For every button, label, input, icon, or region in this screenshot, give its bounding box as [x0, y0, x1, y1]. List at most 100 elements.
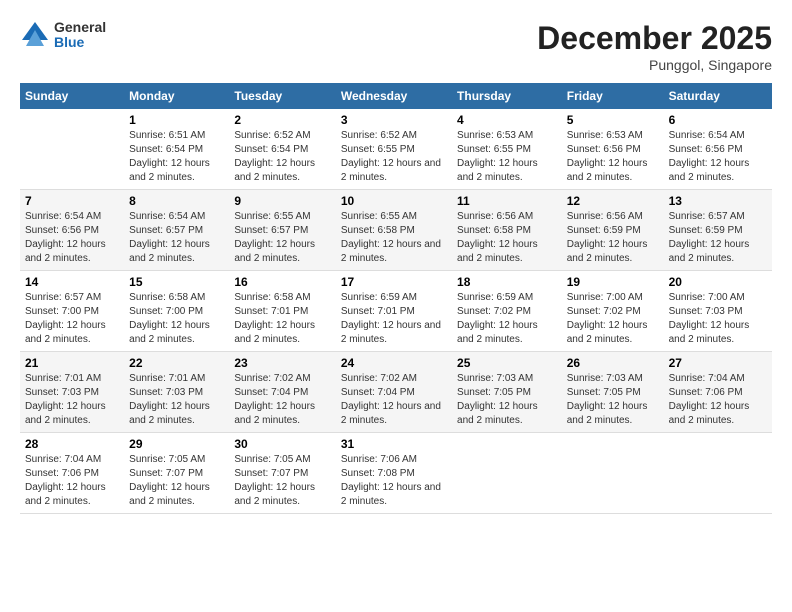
- day-cell: 4Sunrise: 6:53 AMSunset: 6:55 PMDaylight…: [452, 109, 562, 190]
- day-cell: 7Sunrise: 6:54 AMSunset: 6:56 PMDaylight…: [20, 190, 124, 271]
- day-info: Sunrise: 6:57 AMSunset: 6:59 PMDaylight:…: [669, 210, 767, 266]
- day-info: Sunrise: 6:58 AMSunset: 7:01 PMDaylight:…: [234, 291, 330, 347]
- day-number: 21: [25, 356, 119, 370]
- day-info: Sunrise: 6:54 AMSunset: 6:56 PMDaylight:…: [25, 210, 119, 266]
- day-number: 8: [129, 194, 224, 208]
- page-header: General Blue December 2025 Punggol, Sing…: [20, 20, 772, 73]
- logo: General Blue: [20, 20, 106, 51]
- day-info: Sunrise: 7:00 AMSunset: 7:02 PMDaylight:…: [567, 291, 659, 347]
- day-cell: 12 Sunrise: 6:56 AMSunset: 6:59 PMDayligh…: [562, 190, 664, 271]
- day-cell: 10 Sunrise: 6:55 AMSunset: 6:58 PMDayligh…: [336, 190, 452, 271]
- day-number: 30: [234, 437, 330, 451]
- day-number: 12: [567, 194, 659, 208]
- day-number: 18: [457, 275, 557, 289]
- calendar-header-row: SundayMondayTuesdayWednesdayThursdayFrid…: [20, 83, 772, 109]
- day-number: 26: [567, 356, 659, 370]
- header-wednesday: Wednesday: [336, 83, 452, 109]
- day-cell: 26Sunrise: 7:03 AMSunset: 7:05 PMDayligh…: [562, 352, 664, 433]
- day-cell: 16 Sunrise: 6:58 AMSunset: 7:01 PMDayligh…: [229, 271, 335, 352]
- day-cell: 29 Sunrise: 7:05 AMSunset: 7:07 PMDayligh…: [124, 433, 229, 514]
- day-cell: [20, 109, 124, 190]
- day-cell: 9Sunrise: 6:55 AMSunset: 6:57 PMDaylight…: [229, 190, 335, 271]
- day-cell: 30 Sunrise: 7:05 AMSunset: 7:07 PMDayligh…: [229, 433, 335, 514]
- day-cell: 31 Sunrise: 7:06 AMSunset: 7:08 PMDayligh…: [336, 433, 452, 514]
- day-cell: 1 Sunrise: 6:51 AMSunset: 6:54 PMDaylight…: [124, 109, 229, 190]
- day-number: 13: [669, 194, 767, 208]
- calendar-title: December 2025: [537, 20, 772, 57]
- day-info: Sunrise: 6:56 AMSunset: 6:58 PMDaylight:…: [457, 210, 557, 266]
- day-number: 23: [234, 356, 330, 370]
- day-cell: 14Sunrise: 6:57 AMSunset: 7:00 PMDayligh…: [20, 271, 124, 352]
- week-row-2: 7Sunrise: 6:54 AMSunset: 6:56 PMDaylight…: [20, 190, 772, 271]
- day-info: Sunrise: 7:03 AMSunset: 7:05 PMDaylight:…: [457, 372, 557, 428]
- day-info: Sunrise: 6:52 AMSunset: 6:54 PMDaylight:…: [234, 129, 330, 185]
- day-cell: 24 Sunrise: 7:02 AMSunset: 7:04 PMDayligh…: [336, 352, 452, 433]
- day-number: 28: [25, 437, 119, 451]
- day-number: 1: [129, 113, 224, 127]
- title-block: December 2025 Punggol, Singapore: [537, 20, 772, 73]
- day-cell: 22Sunrise: 7:01 AMSunset: 7:03 PMDayligh…: [124, 352, 229, 433]
- day-info: Sunrise: 6:53 AMSunset: 6:56 PMDaylight:…: [567, 129, 659, 185]
- logo-blue-text: Blue: [54, 35, 106, 50]
- day-cell: 20 Sunrise: 7:00 AMSunset: 7:03 PMDayligh…: [664, 271, 772, 352]
- calendar-subtitle: Punggol, Singapore: [537, 57, 772, 73]
- day-number: 16: [234, 275, 330, 289]
- day-cell: 3 Sunrise: 6:52 AMSunset: 6:55 PMDaylight…: [336, 109, 452, 190]
- week-row-4: 21 Sunrise: 7:01 AMSunset: 7:03 PMDayligh…: [20, 352, 772, 433]
- day-info: Sunrise: 6:59 AMSunset: 7:02 PMDaylight:…: [457, 291, 557, 347]
- day-number: 24: [341, 356, 447, 370]
- day-info: Sunrise: 7:02 AMSunset: 7:04 PMDaylight:…: [234, 372, 330, 428]
- day-number: 19: [567, 275, 659, 289]
- day-number: 25: [457, 356, 557, 370]
- header-tuesday: Tuesday: [229, 83, 335, 109]
- day-number: 10: [341, 194, 447, 208]
- day-info: Sunrise: 6:55 AMSunset: 6:58 PMDaylight:…: [341, 210, 447, 266]
- day-number: 14: [25, 275, 119, 289]
- day-info: Sunrise: 7:05 AMSunset: 7:07 PMDaylight:…: [234, 453, 330, 509]
- day-number: 31: [341, 437, 447, 451]
- day-cell: 15Sunrise: 6:58 AMSunset: 7:00 PMDayligh…: [124, 271, 229, 352]
- day-info: Sunrise: 6:54 AMSunset: 6:57 PMDaylight:…: [129, 210, 224, 266]
- day-info: Sunrise: 7:01 AMSunset: 7:03 PMDaylight:…: [129, 372, 224, 428]
- day-info: Sunrise: 6:51 AMSunset: 6:54 PMDaylight:…: [129, 129, 224, 185]
- day-cell: [562, 433, 664, 514]
- day-info: Sunrise: 6:56 AMSunset: 6:59 PMDaylight:…: [567, 210, 659, 266]
- day-cell: 5 Sunrise: 6:53 AMSunset: 6:56 PMDaylight…: [562, 109, 664, 190]
- day-number: 29: [129, 437, 224, 451]
- day-cell: 18 Sunrise: 6:59 AMSunset: 7:02 PMDayligh…: [452, 271, 562, 352]
- header-saturday: Saturday: [664, 83, 772, 109]
- header-friday: Friday: [562, 83, 664, 109]
- day-info: Sunrise: 7:02 AMSunset: 7:04 PMDaylight:…: [341, 372, 447, 428]
- day-info: Sunrise: 7:06 AMSunset: 7:08 PMDaylight:…: [341, 453, 447, 509]
- day-info: Sunrise: 7:00 AMSunset: 7:03 PMDaylight:…: [669, 291, 767, 347]
- day-cell: [452, 433, 562, 514]
- day-cell: 21Sunrise: 7:01 AMSunset: 7:03 PMDayligh…: [20, 352, 124, 433]
- header-monday: Monday: [124, 83, 229, 109]
- day-info: Sunrise: 6:52 AMSunset: 6:55 PMDaylight:…: [341, 129, 447, 185]
- day-number: 20: [669, 275, 767, 289]
- header-sunday: Sunday: [20, 83, 124, 109]
- day-cell: 17 Sunrise: 6:59 AMSunset: 7:01 PMDayligh…: [336, 271, 452, 352]
- day-cell: 8 Sunrise: 6:54 AMSunset: 6:57 PMDaylight…: [124, 190, 229, 271]
- day-cell: 19 Sunrise: 7:00 AMSunset: 7:02 PMDayligh…: [562, 271, 664, 352]
- day-cell: [664, 433, 772, 514]
- calendar-table: SundayMondayTuesdayWednesdayThursdayFrid…: [20, 83, 772, 514]
- logo-general-text: General: [54, 20, 106, 35]
- day-info: Sunrise: 7:04 AMSunset: 7:06 PMDaylight:…: [25, 453, 119, 509]
- day-number: 2: [234, 113, 330, 127]
- day-number: 6: [669, 113, 767, 127]
- day-cell: 28 Sunrise: 7:04 AMSunset: 7:06 PMDayligh…: [20, 433, 124, 514]
- day-cell: 6Sunrise: 6:54 AMSunset: 6:56 PMDaylight…: [664, 109, 772, 190]
- week-row-1: 1 Sunrise: 6:51 AMSunset: 6:54 PMDaylight…: [20, 109, 772, 190]
- day-number: 3: [341, 113, 447, 127]
- header-thursday: Thursday: [452, 83, 562, 109]
- day-number: 17: [341, 275, 447, 289]
- day-cell: 11Sunrise: 6:56 AMSunset: 6:58 PMDayligh…: [452, 190, 562, 271]
- day-info: Sunrise: 6:55 AMSunset: 6:57 PMDaylight:…: [234, 210, 330, 266]
- day-cell: 23 Sunrise: 7:02 AMSunset: 7:04 PMDayligh…: [229, 352, 335, 433]
- day-info: Sunrise: 6:59 AMSunset: 7:01 PMDaylight:…: [341, 291, 447, 347]
- day-cell: 2 Sunrise: 6:52 AMSunset: 6:54 PMDaylight…: [229, 109, 335, 190]
- week-row-3: 14Sunrise: 6:57 AMSunset: 7:00 PMDayligh…: [20, 271, 772, 352]
- day-info: Sunrise: 7:05 AMSunset: 7:07 PMDaylight:…: [129, 453, 224, 509]
- day-number: 5: [567, 113, 659, 127]
